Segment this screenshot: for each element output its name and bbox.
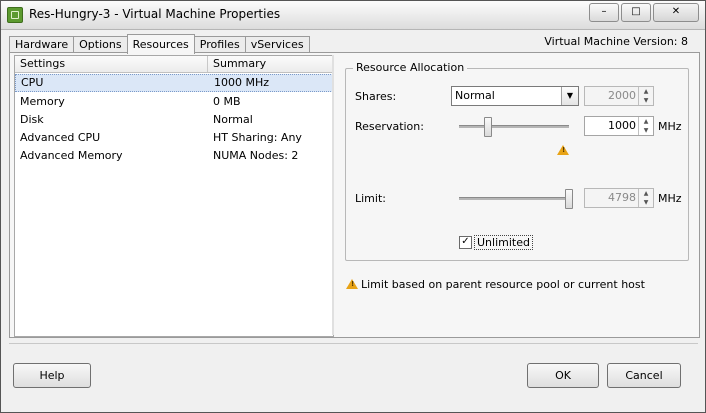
settings-row-advanced-cpu[interactable]: Advanced CPU HT Sharing: Any bbox=[15, 129, 333, 147]
footer-divider bbox=[9, 343, 698, 344]
warning-icon bbox=[557, 145, 569, 155]
reservation-label: Reservation: bbox=[355, 120, 424, 133]
unlimited-checkbox[interactable]: ✓ bbox=[459, 236, 472, 249]
setting-name: Disk bbox=[20, 113, 44, 126]
limit-slider-track[interactable] bbox=[459, 197, 569, 200]
shares-number-spinner: 2000 ▲ ▼ bbox=[584, 86, 654, 106]
help-button[interactable]: Help bbox=[13, 363, 91, 388]
settings-row-advanced-memory[interactable]: Advanced Memory NUMA Nodes: 2 bbox=[15, 147, 333, 165]
vm-version-label: Virtual Machine Version: 8 bbox=[544, 35, 688, 48]
reservation-spinner-buttons[interactable]: ▲ ▼ bbox=[638, 117, 653, 135]
maximize-button[interactable]: □ bbox=[621, 3, 651, 22]
reservation-spinner[interactable]: 1000 ▲ ▼ bbox=[584, 116, 654, 136]
reservation-slider-thumb[interactable] bbox=[484, 117, 492, 137]
setting-summary: Normal bbox=[213, 113, 253, 126]
setting-summary: HT Sharing: Any bbox=[213, 131, 302, 144]
setting-name: Advanced Memory bbox=[20, 149, 123, 162]
ok-button[interactable]: OK bbox=[527, 363, 599, 388]
tab-profiles[interactable]: Profiles bbox=[193, 36, 246, 53]
cancel-button[interactable]: Cancel bbox=[607, 363, 681, 388]
vsphere-app-icon bbox=[7, 7, 23, 23]
reservation-value: 1000 bbox=[608, 119, 636, 132]
settings-row-memory[interactable]: Memory 0 MB bbox=[15, 93, 333, 111]
limit-unit: MHz bbox=[658, 192, 682, 205]
limit-warning-note: Limit based on parent resource pool or c… bbox=[361, 278, 645, 291]
column-header-settings[interactable]: Settings bbox=[15, 56, 208, 72]
settings-list: Settings Summary CPU 1000 MHz Memory 0 M… bbox=[14, 55, 334, 337]
resource-allocation-group: Resource Allocation Shares: Normal ▼ 200… bbox=[345, 61, 689, 261]
close-button[interactable]: ✕ bbox=[653, 3, 699, 22]
limit-spinner-buttons: ▲ ▼ bbox=[638, 189, 653, 207]
tab-options[interactable]: Options bbox=[73, 36, 128, 53]
chevron-down-icon[interactable]: ▼ bbox=[561, 87, 578, 105]
spin-down-icon[interactable]: ▼ bbox=[639, 126, 653, 135]
shares-spinner-buttons: ▲ ▼ bbox=[638, 87, 653, 105]
window-title: Res-Hungry-3 - Virtual Machine Propertie… bbox=[29, 7, 281, 21]
shares-select[interactable]: Normal ▼ bbox=[451, 86, 579, 106]
title-bar[interactable]: Res-Hungry-3 - Virtual Machine Propertie… bbox=[1, 1, 705, 30]
settings-row-disk[interactable]: Disk Normal bbox=[15, 111, 333, 129]
window-controls: – □ ✕ bbox=[589, 3, 699, 22]
tab-vservices[interactable]: vServices bbox=[244, 36, 310, 53]
setting-summary: 1000 MHz bbox=[214, 76, 270, 89]
settings-row-cpu[interactable]: CPU 1000 MHz bbox=[15, 74, 333, 92]
limit-slider-thumb[interactable] bbox=[565, 189, 573, 209]
setting-name: Memory bbox=[20, 95, 65, 108]
reservation-unit: MHz bbox=[658, 120, 682, 133]
setting-summary: 0 MB bbox=[213, 95, 241, 108]
warning-icon bbox=[346, 279, 358, 289]
spin-up-icon[interactable]: ▲ bbox=[639, 117, 653, 126]
spin-down-icon: ▼ bbox=[643, 97, 649, 104]
shares-number-value: 2000 bbox=[608, 89, 636, 102]
unlimited-label[interactable]: Unlimited bbox=[474, 235, 533, 250]
vm-properties-window: Res-Hungry-3 - Virtual Machine Propertie… bbox=[0, 0, 706, 413]
column-header-summary[interactable]: Summary bbox=[208, 56, 333, 72]
list-splitter[interactable] bbox=[332, 55, 334, 335]
resources-panel: Settings Summary CPU 1000 MHz Memory 0 M… bbox=[9, 52, 700, 338]
spin-up-icon: ▲ bbox=[643, 88, 649, 95]
limit-label: Limit: bbox=[355, 192, 386, 205]
limit-value: 4798 bbox=[608, 191, 636, 204]
spin-up-icon: ▲ bbox=[643, 190, 649, 197]
setting-name: Advanced CPU bbox=[20, 131, 101, 144]
shares-selected-value: Normal bbox=[455, 89, 495, 102]
tab-strip: Hardware Options Resources Profiles vSer… bbox=[9, 34, 310, 54]
setting-summary: NUMA Nodes: 2 bbox=[213, 149, 299, 162]
setting-name: CPU bbox=[21, 76, 44, 89]
tab-resources[interactable]: Resources bbox=[126, 34, 195, 54]
spin-down-icon: ▼ bbox=[643, 199, 649, 206]
reservation-slider-track[interactable] bbox=[459, 125, 569, 128]
minimize-button[interactable]: – bbox=[589, 3, 619, 22]
tab-hardware[interactable]: Hardware bbox=[9, 36, 75, 53]
limit-spinner: 4798 ▲ ▼ bbox=[584, 188, 654, 208]
settings-list-header: Settings Summary bbox=[15, 56, 333, 73]
resource-allocation-legend: Resource Allocation bbox=[353, 61, 468, 74]
shares-label: Shares: bbox=[355, 90, 397, 103]
